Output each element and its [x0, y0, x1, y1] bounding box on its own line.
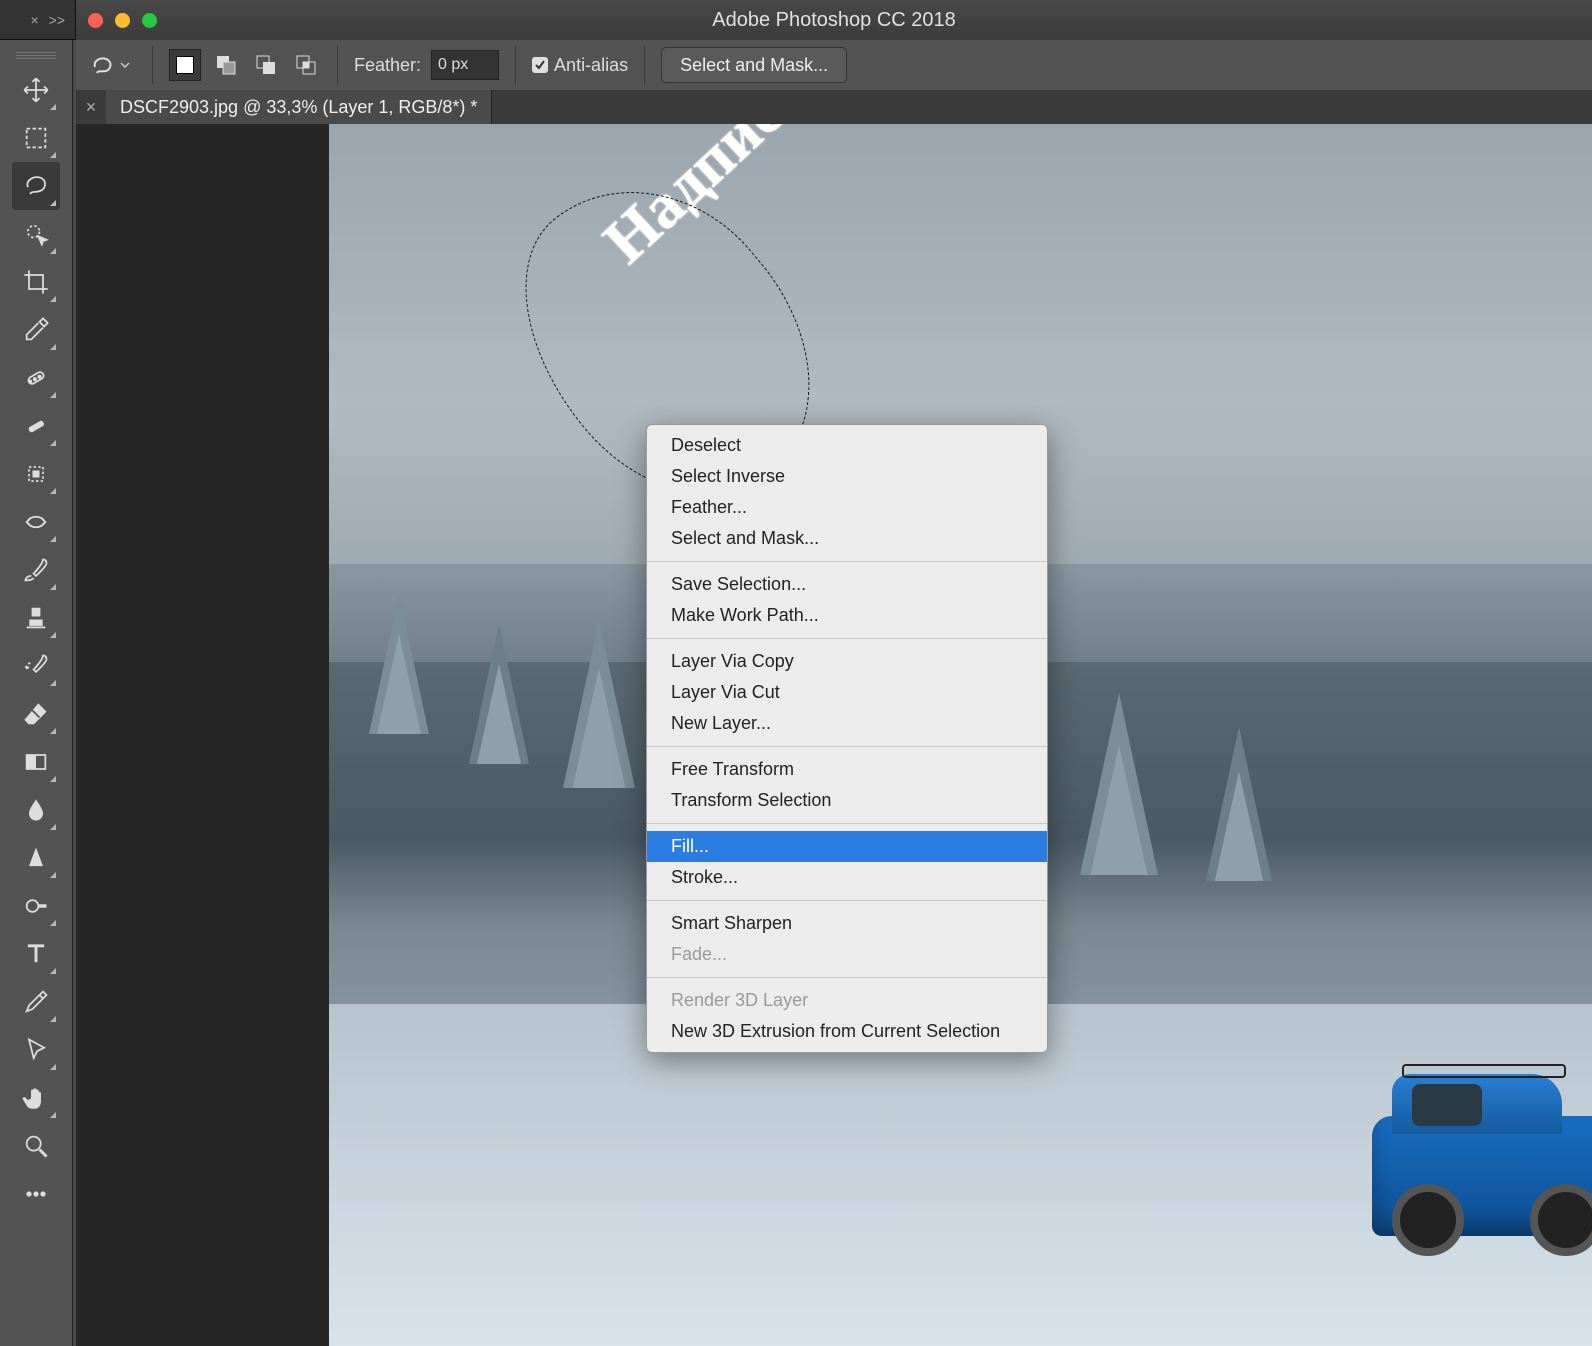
spot-heal-tool[interactable]: [12, 354, 60, 402]
image-tree: [369, 594, 429, 734]
context-menu-item[interactable]: Select and Mask...: [647, 523, 1047, 554]
context-menu-item[interactable]: Deselect: [647, 430, 1047, 461]
crop-tool[interactable]: [12, 258, 60, 306]
context-menu-item[interactable]: Feather...: [647, 492, 1047, 523]
new-selection-mode[interactable]: [169, 49, 201, 81]
subtract-selection-mode[interactable]: [251, 50, 281, 80]
context-menu-item[interactable]: Smart Sharpen: [647, 908, 1047, 939]
image-tree: [563, 620, 635, 788]
context-menu-separator: [647, 900, 1047, 901]
image-tree: [469, 624, 529, 764]
sharpen-tool[interactable]: [12, 834, 60, 882]
context-menu-separator: [647, 823, 1047, 824]
active-tool-indicator[interactable]: [86, 55, 136, 75]
context-menu-item[interactable]: Layer Via Cut: [647, 677, 1047, 708]
divider: [152, 46, 153, 84]
image-tree: [1206, 727, 1272, 881]
content-aware-move-tool[interactable]: [12, 498, 60, 546]
pen-tool[interactable]: [12, 978, 60, 1026]
intersect-selection-mode[interactable]: [291, 50, 321, 80]
checkbox-checked-icon: [532, 57, 548, 73]
divider: [644, 46, 645, 84]
divider: [515, 46, 516, 84]
context-menu-item: Fade...: [647, 939, 1047, 970]
panel-expand-icon[interactable]: >>: [49, 12, 65, 28]
context-menu-item[interactable]: New Layer...: [647, 708, 1047, 739]
panel-grip[interactable]: [16, 50, 56, 58]
window-zoom-button[interactable]: [142, 13, 157, 28]
context-menu-separator: [647, 977, 1047, 978]
context-menu-separator: [647, 561, 1047, 562]
image-car: [1372, 1116, 1592, 1236]
context-menu-separator: [647, 746, 1047, 747]
select-and-mask-button[interactable]: Select and Mask...: [661, 47, 847, 83]
eyedropper-tool[interactable]: [12, 306, 60, 354]
divider: [337, 46, 338, 84]
chevron-down-icon: [120, 60, 130, 70]
hand-tool[interactable]: [12, 1074, 60, 1122]
history-brush-tool[interactable]: [12, 642, 60, 690]
eraser-tool[interactable]: [12, 690, 60, 738]
document-tab-bar: × DSCF2903.jpg @ 33,3% (Layer 1, RGB/8*)…: [76, 90, 1592, 125]
image-tree: [1080, 693, 1158, 875]
context-menu-item[interactable]: Layer Via Copy: [647, 646, 1047, 677]
anti-alias-checkbox[interactable]: Anti-alias: [532, 55, 628, 76]
healing-brush-tool[interactable]: [12, 402, 60, 450]
window-minimize-button[interactable]: [115, 13, 130, 28]
app-title: Adobe Photoshop CC 2018: [76, 9, 1592, 32]
add-selection-mode[interactable]: [211, 50, 241, 80]
context-menu-item[interactable]: Select Inverse: [647, 461, 1047, 492]
document-tab[interactable]: DSCF2903.jpg @ 33,3% (Layer 1, RGB/8*) *: [106, 90, 492, 124]
canvas-area: Надпись DeselectSelect InverseFeather...…: [76, 124, 1592, 1346]
context-menu-separator: [647, 638, 1047, 639]
context-menu-item[interactable]: Transform Selection: [647, 785, 1047, 816]
move-tool[interactable]: [12, 66, 60, 114]
window-titlebar: Adobe Photoshop CC 2018: [76, 0, 1592, 41]
options-bar: Feather: Anti-alias Select and Mask...: [76, 40, 1592, 91]
context-menu-item[interactable]: New 3D Extrusion from Current Selection: [647, 1016, 1047, 1047]
context-menu-item: Render 3D Layer: [647, 985, 1047, 1016]
tab-close-button[interactable]: ×: [76, 90, 106, 124]
gradient-tool[interactable]: [12, 738, 60, 786]
panel-close-icon[interactable]: ×: [30, 12, 38, 28]
marquee-tool[interactable]: [12, 114, 60, 162]
context-menu-item[interactable]: Save Selection...: [647, 569, 1047, 600]
context-menu-item[interactable]: Free Transform: [647, 754, 1047, 785]
lasso-tool[interactable]: [12, 162, 60, 210]
panel-collapse-strip: × >>: [0, 0, 76, 40]
context-menu: DeselectSelect InverseFeather...Select a…: [646, 424, 1048, 1053]
feather-input[interactable]: [431, 50, 499, 80]
anti-alias-label: Anti-alias: [554, 55, 628, 76]
dodge-tool[interactable]: [12, 882, 60, 930]
stamp-tool[interactable]: [12, 594, 60, 642]
zoom-tool[interactable]: [12, 1122, 60, 1170]
brush-tool[interactable]: [12, 546, 60, 594]
context-menu-item[interactable]: Stroke...: [647, 862, 1047, 893]
path-select-tool[interactable]: [12, 1026, 60, 1074]
window-controls: [88, 13, 157, 28]
more-tools[interactable]: [12, 1170, 60, 1218]
blur-tool[interactable]: [12, 786, 60, 834]
tools-panel: [0, 40, 73, 1346]
feather-label: Feather:: [354, 55, 421, 76]
quick-select-tool[interactable]: [12, 210, 60, 258]
window-close-button[interactable]: [88, 13, 103, 28]
context-menu-item[interactable]: Fill...: [647, 831, 1047, 862]
patch-tool[interactable]: [12, 450, 60, 498]
context-menu-item[interactable]: Make Work Path...: [647, 600, 1047, 631]
text-tool[interactable]: [12, 930, 60, 978]
